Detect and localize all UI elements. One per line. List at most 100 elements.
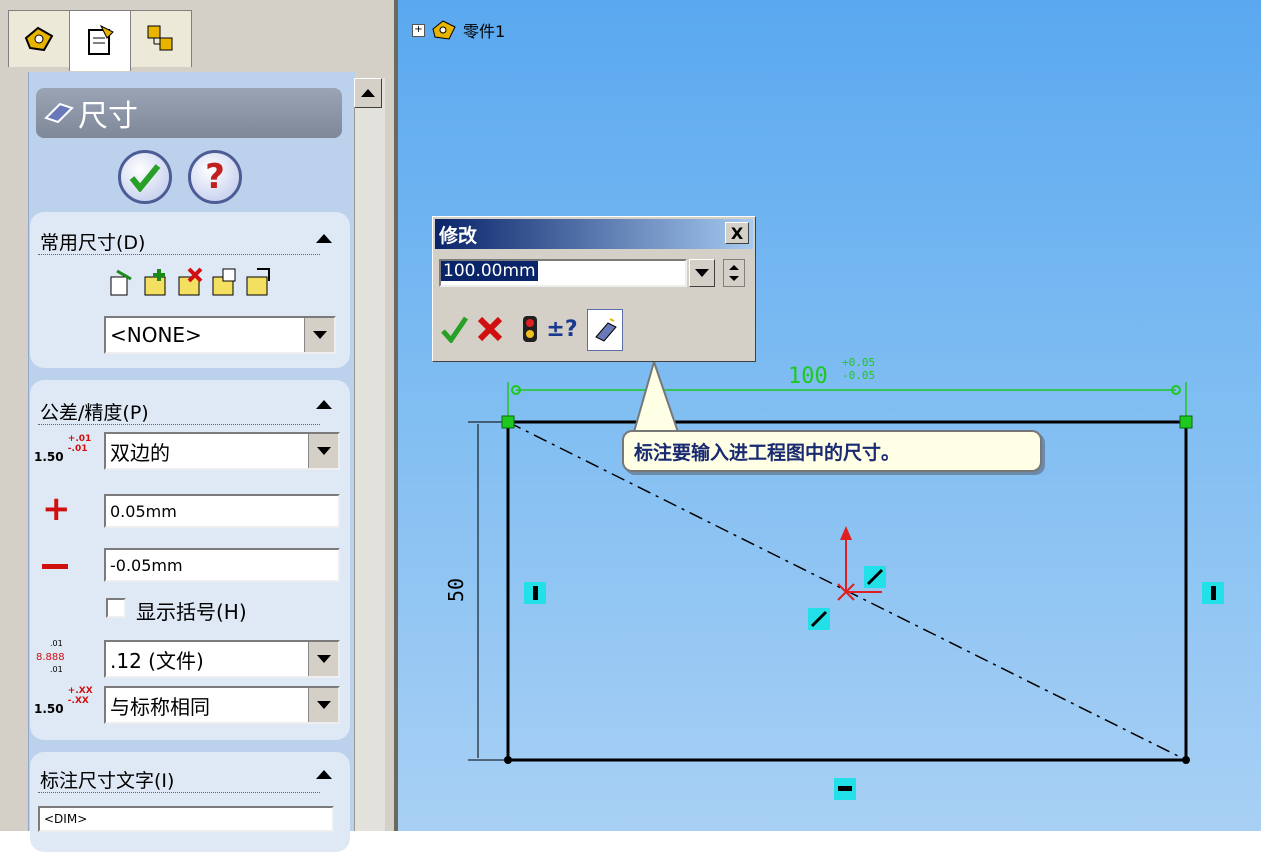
rebuild-button[interactable] bbox=[513, 309, 547, 349]
ok-button[interactable] bbox=[118, 150, 172, 204]
horizontal-dimension-text[interactable]: 100 bbox=[788, 364, 828, 389]
dimension-value-input[interactable]: 100.00mm bbox=[439, 259, 687, 287]
style-default-icon bbox=[110, 269, 132, 296]
tolerance-type-select[interactable]: 双边的 bbox=[104, 432, 340, 470]
callout-text: 标注要输入进工程图中的尺寸。 bbox=[634, 441, 901, 464]
prec-icon-minus: -.XX bbox=[67, 696, 89, 706]
tolerance-precision-icon: 1.50 +.XX -.XX bbox=[34, 686, 93, 715]
minus-tolerance-value: -0.05mm bbox=[110, 555, 183, 575]
panel-scrollbar[interactable] bbox=[354, 78, 385, 831]
part-name: 零件1 bbox=[463, 22, 506, 41]
plus-tolerance-icon: + bbox=[42, 489, 71, 529]
dimension-text-label: 标注尺寸文字(I) bbox=[40, 770, 175, 792]
panel-title-text: 尺寸 bbox=[78, 99, 138, 134]
plus-tolerance-value: 0.05mm bbox=[110, 501, 177, 521]
horizontal-dimension-value: 100 bbox=[788, 364, 828, 389]
tol-icon-plus: +.01 bbox=[67, 434, 92, 444]
prec-icon-plus: +.XX bbox=[67, 686, 93, 696]
collapse-caret-icon[interactable] bbox=[316, 234, 332, 243]
dimension-icon bbox=[44, 102, 74, 124]
expand-plus-icon[interactable]: + bbox=[412, 23, 425, 37]
plus-tolerance-field[interactable]: 0.05mm bbox=[104, 494, 340, 528]
modify-dialog-title: 修改 bbox=[439, 224, 478, 247]
endpoint-top-left[interactable] bbox=[501, 415, 515, 429]
mark-for-drawing-button[interactable] bbox=[587, 309, 623, 351]
collapse-caret-icon[interactable] bbox=[316, 400, 332, 409]
checkmark-icon bbox=[129, 164, 161, 192]
primary-precision-value: .12 (文件) bbox=[110, 648, 204, 673]
traffic-light-icon bbox=[523, 316, 537, 342]
tab-configuration-manager[interactable] bbox=[130, 10, 192, 67]
spin-up-icon[interactable] bbox=[729, 265, 739, 270]
add-style-button[interactable] bbox=[140, 265, 170, 299]
endpoint-bottom-right[interactable] bbox=[1182, 756, 1190, 764]
tolerance-plus-text: +0.05 bbox=[842, 356, 876, 369]
tolerance-precision-label: 公差/精度(P) bbox=[40, 402, 149, 424]
close-button[interactable]: X bbox=[725, 222, 749, 244]
delete-style-button[interactable] bbox=[174, 265, 204, 299]
dropdown-arrow-icon[interactable] bbox=[308, 688, 338, 722]
green-check-icon bbox=[441, 316, 468, 343]
endpoint-top-right[interactable] bbox=[1179, 415, 1193, 429]
save-style-icon bbox=[212, 268, 236, 296]
load-style-button[interactable] bbox=[242, 265, 272, 299]
configuration-icon bbox=[147, 25, 173, 51]
help-button[interactable]: ? bbox=[188, 150, 242, 204]
cancel-button[interactable] bbox=[473, 309, 507, 349]
tolerance-precision-select[interactable]: 与标称相同 bbox=[104, 686, 340, 724]
dimension-style-value: <NONE> bbox=[110, 323, 202, 347]
common-dimensions-label: 常用尺寸(D) bbox=[40, 232, 146, 254]
spin-down-icon[interactable] bbox=[729, 276, 739, 281]
prec-icon-base: 1.50 bbox=[34, 702, 64, 716]
confirm-button[interactable] bbox=[437, 309, 471, 349]
tab-property-manager[interactable] bbox=[69, 10, 131, 71]
primary-precision-select[interactable]: .12 (文件) bbox=[104, 640, 340, 678]
dimension-style-select[interactable]: <NONE> bbox=[104, 316, 336, 354]
dimension-text-value: <DIM> bbox=[44, 812, 88, 826]
scroll-up-button[interactable] bbox=[354, 78, 382, 108]
close-icon: X bbox=[730, 223, 744, 243]
minus-tolerance-field[interactable]: -0.05mm bbox=[104, 548, 340, 582]
dropdown-arrow-icon bbox=[695, 269, 709, 277]
horizontal-tolerance-text: +0.05 -0.05 bbox=[842, 356, 875, 382]
value-dropdown-button[interactable] bbox=[689, 259, 715, 287]
minus-tolerance-icon bbox=[42, 564, 68, 569]
property-icon bbox=[88, 24, 114, 55]
tolerance-button[interactable]: ±? bbox=[545, 309, 579, 349]
dimension-text-group: 标注尺寸文字(I) bbox=[30, 752, 350, 852]
load-style-icon bbox=[246, 268, 270, 296]
tolerance-type-value: 双边的 bbox=[110, 440, 170, 465]
plus-minus-question-icon: ±? bbox=[546, 316, 578, 342]
add-style-icon bbox=[144, 269, 166, 296]
tooltip-callout: 标注要输入进工程图中的尺寸。 bbox=[622, 430, 1042, 472]
question-mark-icon: ? bbox=[205, 157, 225, 197]
tab-feature-manager[interactable] bbox=[8, 10, 70, 67]
vertical-dimension-value: 50 bbox=[444, 577, 469, 603]
save-style-button[interactable] bbox=[208, 265, 238, 299]
modify-dialog-titlebar[interactable]: 修改 bbox=[435, 219, 753, 249]
dropdown-arrow-icon[interactable] bbox=[308, 434, 338, 468]
sketch-canvas bbox=[468, 292, 1224, 800]
show-brackets-checkbox[interactable] bbox=[106, 598, 126, 618]
precision-icon: .01 8.888 .01 bbox=[36, 636, 66, 680]
tolerance-minus-text: -0.05 bbox=[842, 369, 876, 382]
dropdown-arrow-icon[interactable] bbox=[304, 318, 334, 352]
svg-text:.01: .01 bbox=[50, 665, 63, 674]
modify-dialog: 修改 X 100.00mm ±? bbox=[432, 216, 756, 362]
show-brackets-label: 显示括号(H) bbox=[136, 600, 247, 624]
panel-title: 尺寸 bbox=[36, 88, 342, 138]
red-x-icon bbox=[477, 316, 503, 342]
scroll-up-icon bbox=[361, 89, 375, 97]
dimension-text-field[interactable]: <DIM> bbox=[38, 806, 334, 832]
set-default-style-button[interactable] bbox=[106, 265, 136, 299]
dimension-mark-icon bbox=[595, 318, 617, 342]
value-spin-button[interactable] bbox=[723, 259, 745, 287]
vertical-dimension-text[interactable]: 50 bbox=[444, 578, 468, 602]
callout-tail bbox=[632, 358, 680, 433]
endpoint-bottom-left[interactable] bbox=[504, 756, 512, 764]
property-manager: 尺寸 ? 常用尺寸(D) <NONE> 公差/精度(P) 1.50 +.01 -… bbox=[0, 0, 398, 852]
dropdown-arrow-icon[interactable] bbox=[308, 642, 338, 676]
graphics-area[interactable]: 100 +0.05 -0.05 50 + 零件1 bbox=[398, 0, 1261, 831]
feature-tree-root[interactable]: + 零件1 bbox=[412, 18, 505, 42]
collapse-caret-icon[interactable] bbox=[316, 770, 332, 779]
